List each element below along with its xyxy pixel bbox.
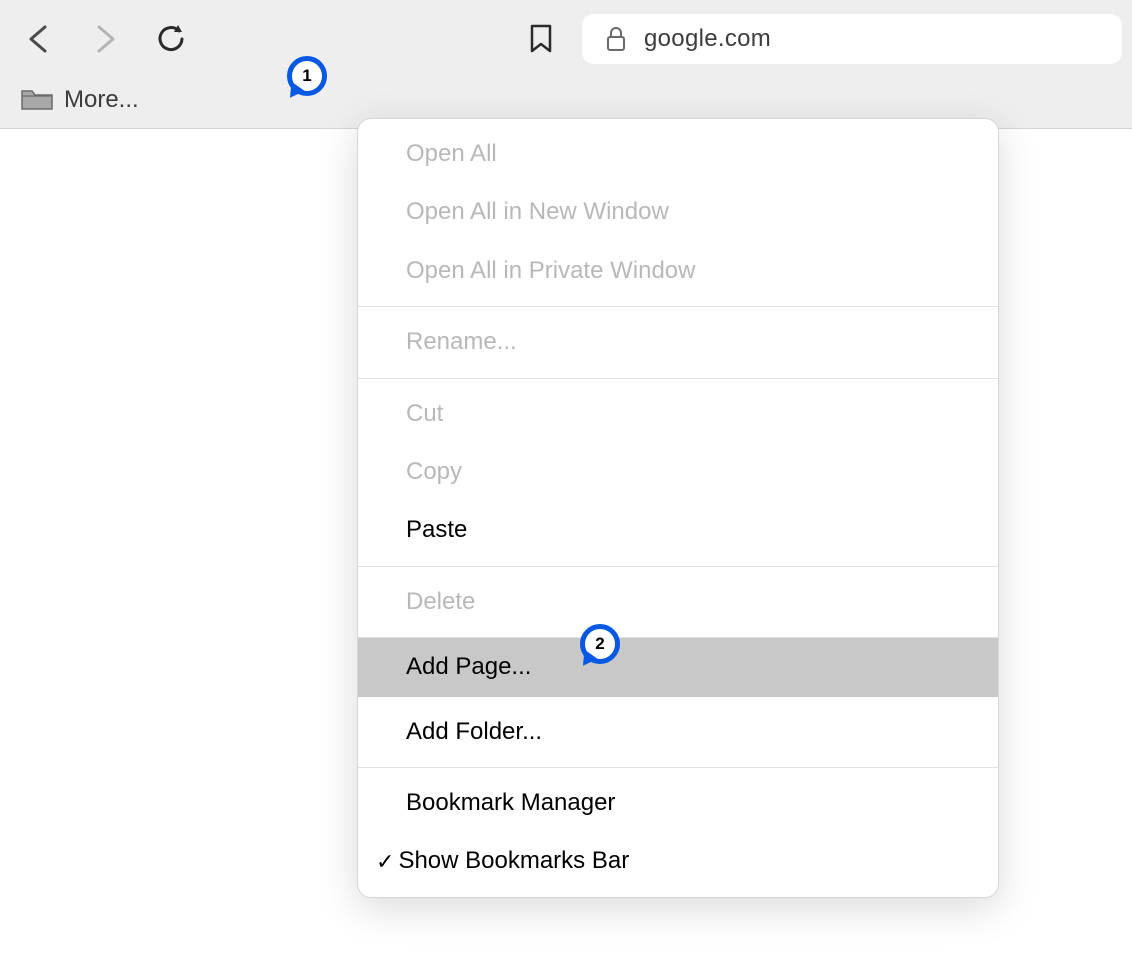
folder-icon bbox=[20, 87, 54, 113]
toolbar: google.com bbox=[0, 0, 1132, 78]
annotation-marker-2: 2 bbox=[580, 624, 620, 664]
address-text: google.com bbox=[644, 25, 771, 53]
browser-chrome: google.com More... bbox=[0, 0, 1132, 129]
menu-copy: Copy bbox=[358, 443, 998, 501]
reload-icon bbox=[157, 25, 185, 53]
menu-delete: Delete bbox=[358, 573, 998, 631]
menu-open-all: Open All bbox=[358, 125, 998, 183]
back-button[interactable] bbox=[24, 24, 54, 54]
nav-buttons bbox=[24, 24, 186, 54]
menu-bookmark-manager[interactable]: Bookmark Manager bbox=[358, 774, 998, 832]
lock-icon bbox=[606, 27, 626, 51]
reload-button[interactable] bbox=[156, 24, 186, 54]
bookmark-button[interactable] bbox=[526, 24, 556, 54]
bookmark-icon bbox=[529, 24, 553, 54]
menu-cut: Cut bbox=[358, 385, 998, 443]
forward-button bbox=[90, 24, 120, 54]
menu-add-page[interactable]: Add Page... bbox=[358, 638, 998, 696]
menu-add-folder[interactable]: Add Folder... bbox=[358, 703, 998, 761]
menu-paste[interactable]: Paste bbox=[358, 501, 998, 559]
bookmarks-more-label: More... bbox=[64, 86, 139, 114]
menu-open-all-new-window: Open All in New Window bbox=[358, 183, 998, 241]
bookmarks-more-button[interactable]: More... bbox=[20, 86, 139, 114]
back-icon bbox=[27, 25, 51, 53]
address-bar-section: google.com bbox=[526, 14, 1122, 64]
check-icon: ✓ bbox=[376, 847, 394, 877]
forward-icon bbox=[93, 25, 117, 53]
menu-show-bookmarks-bar[interactable]: ✓ Show Bookmarks Bar bbox=[358, 832, 998, 890]
context-menu: Open All Open All in New Window Open All… bbox=[357, 118, 999, 898]
menu-rename: Rename... bbox=[358, 313, 998, 371]
menu-open-all-private-window: Open All in Private Window bbox=[358, 242, 998, 300]
address-bar[interactable]: google.com bbox=[582, 14, 1122, 64]
menu-show-bookmarks-bar-label: Show Bookmarks Bar bbox=[398, 845, 629, 877]
annotation-marker-1: 1 bbox=[287, 56, 327, 96]
